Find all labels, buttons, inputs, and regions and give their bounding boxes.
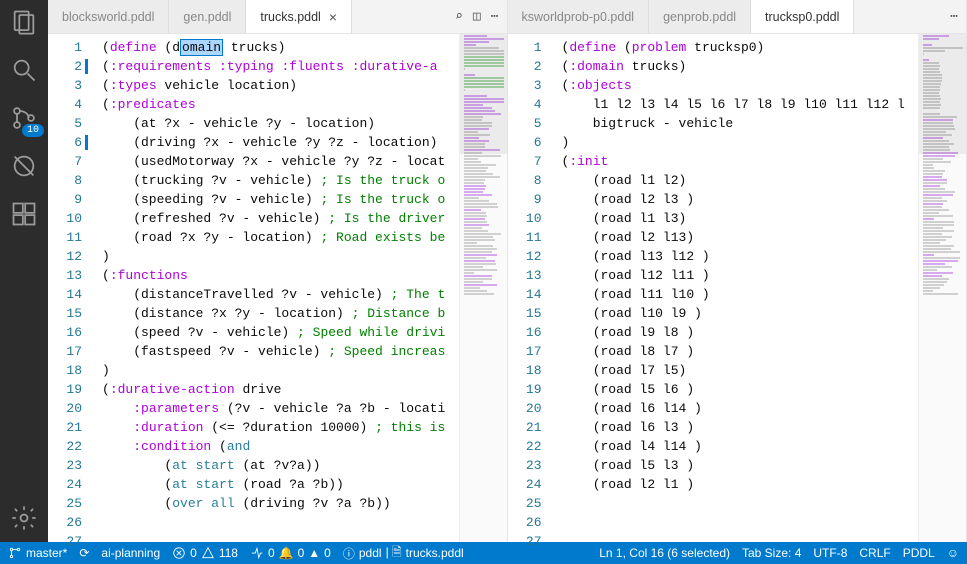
status-lang-badge[interactable]: ⓘ pddl | 🗎 trucks.pddl — [343, 543, 464, 564]
tab-blocksworld[interactable]: blocksworld.pddl — [48, 0, 169, 33]
line-gutter-right: 1234567891011121314151617181920212223242… — [508, 34, 556, 542]
status-bar: master* ⟳ ai-planning 0 118 0 🔔0 ▲0 ⓘ pd… — [0, 542, 967, 564]
left-tabs: blocksworld.pddl gen.pddl trucks.pddl× — [48, 0, 447, 33]
status-tabsize[interactable]: Tab Size: 4 — [742, 546, 801, 560]
status-ports[interactable]: 0 🔔0 ▲0 — [250, 546, 331, 560]
find-icon[interactable]: ⌕ — [455, 9, 463, 24]
tab-trucksp0[interactable]: trucksp0.pddl — [751, 0, 854, 33]
editor-right: ksworldprob-p0.pddl genprob.pddl trucksp… — [508, 0, 967, 542]
status-env[interactable]: ai-planning — [101, 546, 160, 560]
status-cursor[interactable]: Ln 1, Col 16 (6 selected) — [599, 546, 730, 560]
activity-bar: 10 — [0, 0, 48, 542]
tab-blocksworldprob[interactable]: ksworldprob-p0.pddl — [508, 0, 650, 33]
status-lang[interactable]: PDDL — [903, 546, 935, 560]
status-eol[interactable]: CRLF — [859, 546, 890, 560]
editor-left: blocksworld.pddl gen.pddl trucks.pddl× ⌕… — [48, 0, 508, 542]
tab-genprob[interactable]: genprob.pddl — [649, 0, 751, 33]
right-tabs: ksworldprob-p0.pddl genprob.pddl trucksp… — [508, 0, 943, 33]
status-encoding[interactable]: UTF-8 — [813, 546, 847, 560]
code-left[interactable]: (define (domain trucks)(:requirements :t… — [96, 34, 459, 542]
tab-trucks[interactable]: trucks.pddl× — [246, 0, 352, 33]
search-icon[interactable] — [10, 56, 38, 84]
code-right[interactable]: (define (problem trucksp0)(:domain truck… — [556, 34, 919, 542]
debug-icon[interactable] — [10, 152, 38, 180]
status-feedback-icon[interactable]: ☺ — [947, 546, 959, 560]
more-icon[interactable]: ⋯ — [950, 9, 958, 24]
scm-badge: 10 — [22, 124, 44, 137]
explorer-icon[interactable] — [10, 8, 38, 36]
minimap-right[interactable] — [918, 34, 966, 542]
extensions-icon[interactable] — [10, 200, 38, 228]
more-icon[interactable]: ⋯ — [491, 9, 499, 24]
close-icon[interactable]: × — [329, 9, 337, 25]
status-problems[interactable]: 0 118 — [172, 546, 238, 560]
line-gutter-left: 1234567891011121314151617181920212223242… — [48, 34, 96, 542]
tab-gen[interactable]: gen.pddl — [169, 0, 246, 33]
minimap-left[interactable] — [459, 34, 507, 542]
settings-gear-icon[interactable] — [10, 504, 38, 532]
split-icon[interactable]: ◫ — [473, 9, 481, 24]
